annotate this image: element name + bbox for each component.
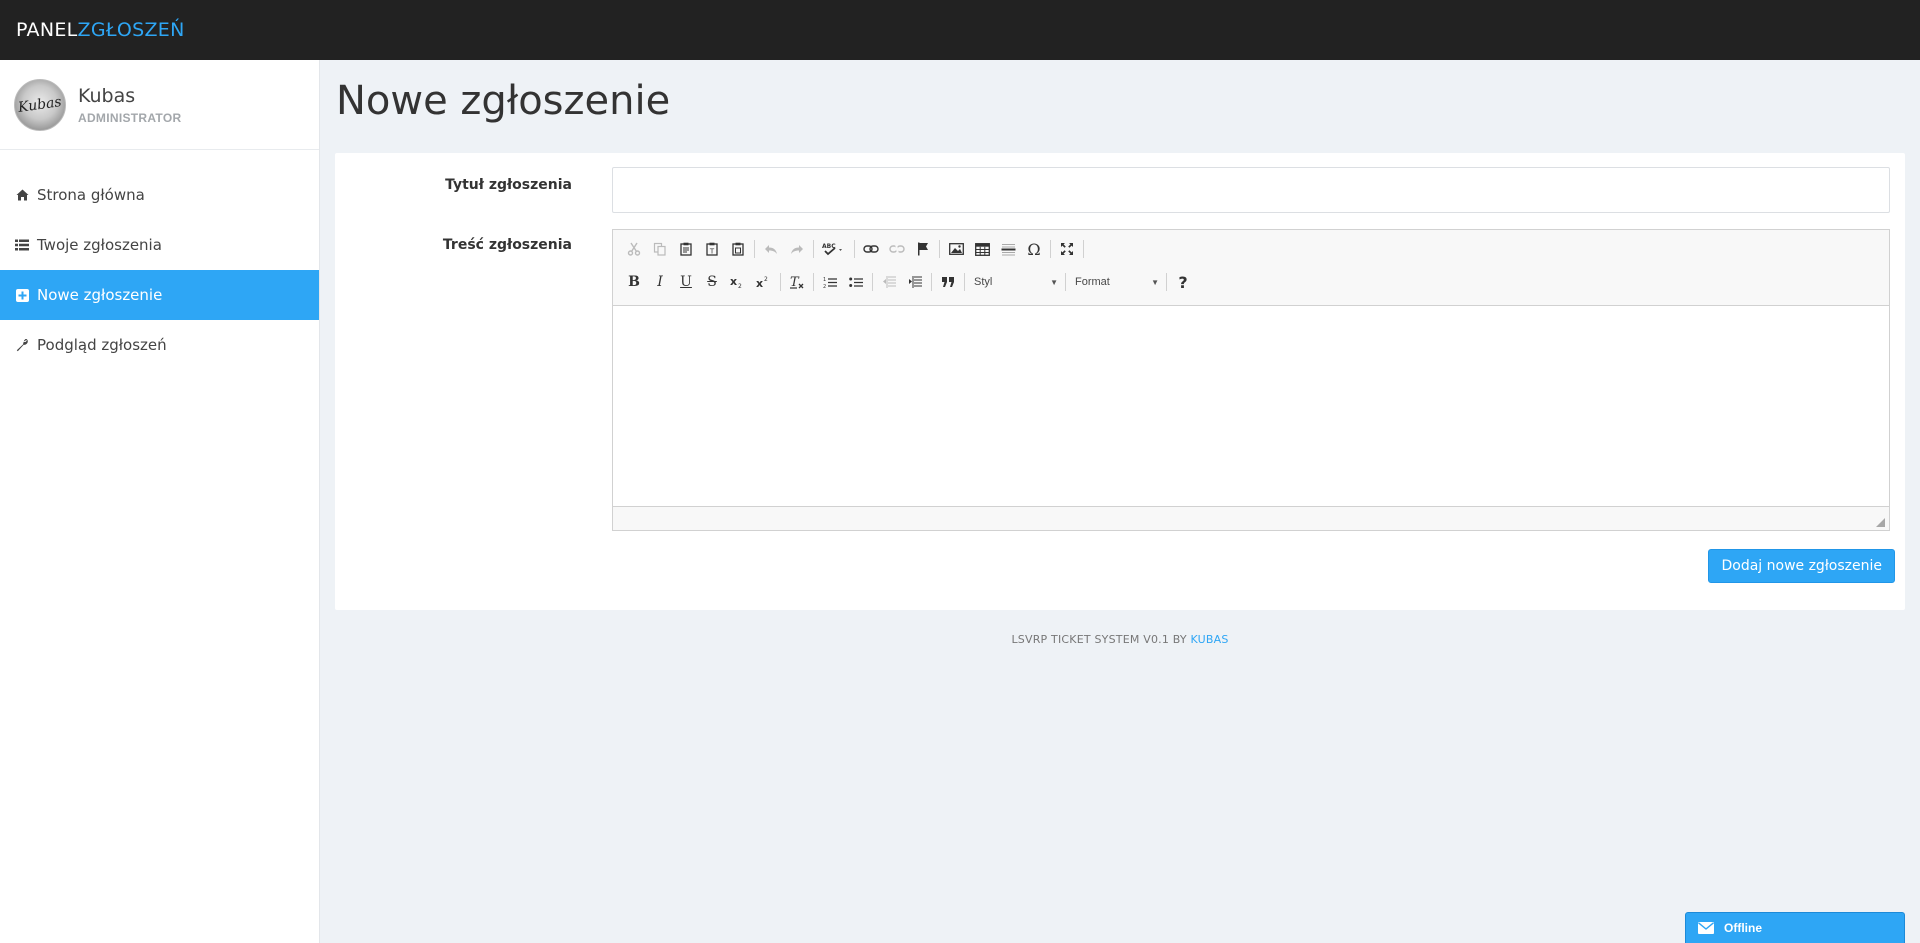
format-dropdown[interactable]: Format ▼ [1069, 271, 1163, 293]
toolbar-separator [939, 240, 940, 258]
list-icon [15, 238, 29, 252]
sidebar: Kubas Kubas ADMINISTRATOR Strona główna … [0, 60, 320, 943]
toolbar-separator [964, 273, 965, 291]
redo-icon[interactable] [784, 238, 810, 260]
toolbar-separator [754, 240, 755, 258]
link-icon[interactable] [858, 238, 884, 260]
footer: LSVRP TICKET SYSTEM V0.1 BY KUBAS [320, 633, 1920, 646]
editor-toolbar-row-2: B I U S x2 x2 T 12 Styl ▼ Format ▼ ? [621, 269, 1196, 295]
footer-author-link[interactable]: KUBAS [1191, 633, 1229, 646]
bulleted-list-icon[interactable] [843, 271, 869, 293]
avatar-text: Kubas [17, 93, 63, 116]
top-navbar: PANELZGŁOSZEŃ [0, 0, 1920, 60]
avatar: Kubas [14, 78, 66, 131]
maximize-icon[interactable] [1054, 238, 1080, 260]
toolbar-separator [854, 240, 855, 258]
chevron-down-icon: ▼ [1050, 277, 1058, 287]
horizontal-line-icon[interactable] [995, 238, 1021, 260]
chevron-down-icon: ▼ [1151, 277, 1159, 287]
plus-square-icon [15, 288, 29, 302]
subscript-icon[interactable]: x2 [725, 271, 751, 293]
underline-icon[interactable]: U [673, 271, 699, 293]
sidebar-item-your-tickets[interactable]: Twoje zgłoszenia [0, 220, 319, 270]
user-profile: Kubas Kubas ADMINISTRATOR [0, 60, 319, 150]
main-content: Nowe zgłoszenie Tytuł zgłoszenia Treść z… [320, 60, 1920, 943]
sidebar-item-home[interactable]: Strona główna [0, 170, 319, 220]
ticket-title-input[interactable] [612, 167, 1890, 213]
blockquote-icon[interactable] [935, 271, 961, 293]
toolbar-separator [872, 273, 873, 291]
toolbar-separator [931, 273, 932, 291]
title-label: Tytuł zgłoszenia [445, 177, 572, 193]
resize-handle-icon[interactable] [1876, 518, 1885, 527]
style-dropdown-label: Styl [974, 276, 993, 288]
bold-icon[interactable]: B [621, 271, 647, 293]
new-ticket-form: Tytuł zgłoszenia Treść zgłoszenia T ABC [335, 153, 1905, 610]
editor-content-area[interactable] [613, 305, 1889, 507]
content-label: Treść zgłoszenia [442, 237, 572, 253]
svg-text:x: x [730, 275, 737, 288]
strikethrough-icon[interactable]: S [699, 271, 725, 293]
svg-text:2: 2 [738, 283, 742, 289]
sidebar-item-label: Podgląd zgłoszeń [37, 336, 167, 354]
toolbar-separator [1083, 240, 1084, 258]
numbered-list-icon[interactable]: 12 [817, 271, 843, 293]
undo-icon[interactable] [758, 238, 784, 260]
svg-text:T: T [709, 248, 715, 256]
cut-icon[interactable] [621, 238, 647, 260]
toolbar-separator [1166, 273, 1167, 291]
special-char-icon[interactable]: Ω [1021, 238, 1047, 260]
image-icon[interactable] [943, 238, 969, 260]
sidebar-item-ticket-preview[interactable]: Podgląd zgłoszeń [0, 320, 319, 370]
chat-status: Offline [1724, 921, 1762, 935]
copy-icon[interactable] [647, 238, 673, 260]
toolbar-separator [813, 240, 814, 258]
anchor-flag-icon[interactable] [910, 238, 936, 260]
svg-text:2: 2 [764, 276, 768, 283]
italic-icon[interactable]: I [647, 271, 673, 293]
sidebar-item-label: Strona główna [37, 186, 145, 204]
user-name: Kubas [78, 84, 136, 107]
spellcheck-icon[interactable]: ABC [817, 238, 851, 260]
style-dropdown[interactable]: Styl ▼ [968, 271, 1062, 293]
help-icon[interactable]: ? [1170, 271, 1196, 293]
sidebar-item-new-ticket[interactable]: Nowe zgłoszenie [0, 270, 319, 320]
brand-part-2: ZGŁOSZEŃ [77, 19, 185, 41]
rich-text-editor: T ABC Ω B I U S x 2 x 2 T 1 2 Styl ▼ For… [612, 229, 1890, 531]
superscript-icon[interactable]: x2 [751, 271, 777, 293]
user-role: ADMINISTRATOR [78, 110, 182, 125]
toolbar-separator [813, 273, 814, 291]
svg-text:2: 2 [823, 284, 826, 289]
indent-icon[interactable] [902, 271, 928, 293]
brand-logo[interactable]: PANELZGŁOSZEŃ [16, 19, 185, 41]
brand-part-1: PANEL [16, 19, 78, 41]
submit-ticket-button[interactable]: Dodaj nowe zgłoszenie [1708, 549, 1895, 583]
toolbar-separator [780, 273, 781, 291]
toolbar-separator [1065, 273, 1066, 291]
footer-text: LSVRP TICKET SYSTEM V0.1 BY [1011, 633, 1191, 646]
envelope-icon [1698, 922, 1714, 934]
editor-toolbar-row-1: T ABC Ω [621, 236, 1087, 262]
paste-icon[interactable] [673, 238, 699, 260]
svg-text:1: 1 [823, 277, 826, 283]
sidebar-item-label: Twoje zgłoszenia [37, 236, 162, 254]
table-icon[interactable] [969, 238, 995, 260]
paste-text-icon[interactable]: T [699, 238, 725, 260]
paste-word-icon[interactable] [725, 238, 751, 260]
toolbar-separator [1050, 240, 1051, 258]
unlink-icon[interactable] [884, 238, 910, 260]
format-dropdown-label: Format [1075, 276, 1110, 288]
chat-widget-offline[interactable]: Offline [1685, 912, 1905, 943]
sidebar-nav: Strona główna Twoje zgłoszenia Nowe zgło… [0, 170, 319, 370]
page-title: Nowe zgłoszenie [336, 78, 671, 124]
outdent-icon[interactable] [876, 271, 902, 293]
svg-text:x: x [756, 277, 763, 289]
sidebar-item-label: Nowe zgłoszenie [37, 286, 163, 304]
home-icon [15, 188, 29, 202]
remove-format-icon[interactable]: T [784, 271, 810, 293]
wrench-icon [15, 338, 29, 352]
